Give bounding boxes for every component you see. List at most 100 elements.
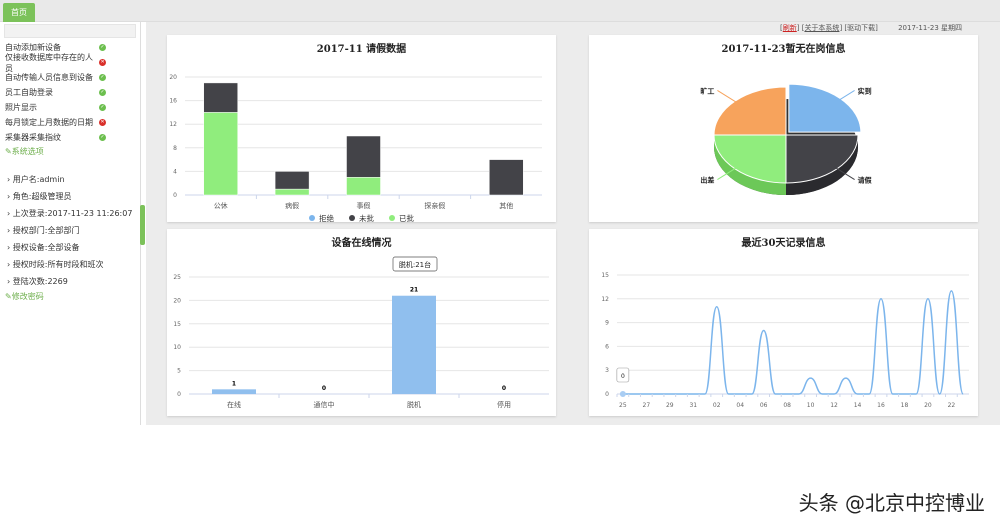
sidebar-header <box>4 24 136 38</box>
system-options-label: 系统选项 <box>11 147 44 156</box>
y-tick-label: 20 <box>173 297 181 304</box>
bar-未批 <box>203 82 238 113</box>
legend-label: 未批 <box>359 213 374 223</box>
y-tick-label: 10 <box>173 344 181 351</box>
x-tick-label: 02 <box>713 402 721 409</box>
pie-label: 实到 <box>858 86 872 95</box>
x-tick-label: 通信中 <box>314 400 335 409</box>
pie-label: 出差 <box>700 176 714 185</box>
bar-已批 <box>346 177 381 196</box>
records-chart: 0 3 6 9 12 15 25 27 29 31 02 04 06 08 10 12 14 16 18 20 22 0 <box>601 272 969 409</box>
y-tick-label: 4 <box>173 168 177 175</box>
chevron-right-icon: › <box>7 260 11 269</box>
option-item[interactable]: 照片显示 ✓ <box>0 100 140 115</box>
data-label: 0 <box>502 385 506 392</box>
option-item[interactable]: 自动传输人员信息到设备 ✓ <box>0 70 140 85</box>
user-info-item: › 上次登录:2017-11-23 11:26:07 <box>0 205 140 222</box>
chevron-right-icon: › <box>7 175 11 184</box>
x-tick-label: 31 <box>689 402 697 409</box>
tooltip-text: 脱机:21台 <box>399 260 431 269</box>
pie-slice <box>788 83 862 133</box>
driver-download-link[interactable]: 驱动下载 <box>847 24 875 32</box>
info-text: 用户名:admin <box>12 175 65 184</box>
device-chart-panel: 设备在线情况 0 5 10 15 20 25 1 在线 0 通信中 21 脱机 0 停用 脱机:21台 <box>167 229 556 416</box>
change-password-label: 修改密码 <box>11 292 44 301</box>
check-icon: ✓ <box>99 104 106 111</box>
option-label: 仅接收数据库中存在的人员 <box>5 52 93 73</box>
user-info-item: › 登陆次数:2269 <box>0 273 140 290</box>
check-icon: ✓ <box>99 44 106 51</box>
refresh-link[interactable]: 刷新 <box>783 24 797 32</box>
about-link[interactable]: 关于本系统 <box>804 24 839 32</box>
x-tick-label: 停用 <box>497 400 511 409</box>
bar-已批 <box>203 112 238 196</box>
x-tick-label: 08 <box>783 402 791 409</box>
option-item[interactable]: 员工自助登录 ✓ <box>0 85 140 100</box>
x-tick-label: 22 <box>948 402 956 409</box>
info-text: 登陆次数:2269 <box>12 277 68 286</box>
device-chart: 0 5 10 15 20 25 1 在线 0 通信中 21 脱机 0 停用 脱机:21台 <box>173 256 549 409</box>
x-tick-label: 10 <box>807 402 815 409</box>
pie-label: 旷工 <box>700 86 714 95</box>
watermark: 头条 @北京中控博业 <box>798 491 985 515</box>
change-password-link[interactable]: ✎修改密码 <box>0 290 140 304</box>
legend-label: 拒绝 <box>319 213 334 223</box>
cross-icon: ✕ <box>99 59 106 66</box>
option-label: 采集器采集指纹 <box>5 133 61 142</box>
option-item[interactable]: 每月锁定上月数据的日期 ✕ <box>0 115 140 130</box>
pie-slice <box>713 86 787 136</box>
leave-chart: 0 4 8 12 16 20 公休 病假 事假 探亲假 其他拒绝 未批 已批 <box>169 74 542 223</box>
attendance-pie: 实到请假 出差 旷工 <box>700 83 873 195</box>
user-info-item: › 用户名:admin <box>0 171 140 188</box>
user-info-item: › 授权部门:全部部门 <box>0 222 140 239</box>
system-options-link[interactable]: ✎系统选项 <box>0 145 140 159</box>
legend-label: 已批 <box>399 213 414 223</box>
data-label: 1 <box>232 380 236 387</box>
info-text: 授权时段:所有时段和班次 <box>12 260 104 269</box>
x-tick-label: 病假 <box>285 201 299 210</box>
y-tick-label: 20 <box>169 74 177 81</box>
x-tick-label: 14 <box>854 402 862 409</box>
chart-title: 设备在线情况 <box>331 238 392 249</box>
user-info-item: › 角色:超级管理员 <box>0 188 140 205</box>
x-tick-label: 04 <box>736 402 744 409</box>
info-text: 授权设备:全部设备 <box>12 243 80 252</box>
y-tick-label: 9 <box>605 320 609 327</box>
x-tick-label: 脱机 <box>407 400 421 409</box>
x-tick-label: 25 <box>619 402 627 409</box>
data-label: 21 <box>410 287 418 294</box>
leave-chart-panel: 2017-11 请假数据 0 4 8 12 16 20 公休 病假 事假 探亲假 其他 拒绝 未批 已批 <box>167 35 556 223</box>
y-tick-label: 15 <box>173 321 181 328</box>
x-tick-label: 16 <box>877 402 885 409</box>
tab-home[interactable]: 首页 <box>3 3 35 22</box>
y-tick-label: 12 <box>601 296 609 303</box>
info-text: 角色:超级管理员 <box>12 192 72 201</box>
chart-title: 2017-11-23暂无在岗信息 <box>721 44 846 55</box>
y-tick-label: 6 <box>605 343 609 350</box>
x-tick-label: 探亲假 <box>424 201 445 210</box>
cross-icon: ✕ <box>99 119 106 126</box>
chevron-right-icon: › <box>7 192 11 201</box>
data-label: 0 <box>322 385 326 392</box>
pie-slice <box>713 134 787 184</box>
y-tick-label: 0 <box>177 391 181 398</box>
y-tick-label: 8 <box>173 145 177 152</box>
hover-point <box>619 391 626 397</box>
dashboard: [刷新] [关于本系统] [驱动下载] 2017-11-23 星期四 2017-… <box>146 22 1000 425</box>
option-item[interactable]: 仅接收数据库中存在的人员 ✕ <box>0 53 140 73</box>
x-tick-label: 在线 <box>227 400 241 409</box>
option-item[interactable]: 采集器采集指纹 ✓ <box>0 130 140 145</box>
records-chart-panel: 最近30天记录信息 0 3 6 9 12 15 25 27 29 31 02 04 06 08 10 12 14… <box>589 229 978 416</box>
sidebar-collapse-handle[interactable] <box>140 205 145 245</box>
pie-label: 请假 <box>858 176 873 185</box>
check-icon: ✓ <box>99 89 106 96</box>
top-links: [刷新] [关于本系统] [驱动下载] 2017-11-23 星期四 <box>780 24 962 32</box>
check-icon: ✓ <box>99 74 106 81</box>
chevron-right-icon: › <box>7 243 11 252</box>
pie-slice <box>785 134 859 184</box>
bar-已批 <box>274 188 310 196</box>
legend-marker <box>389 215 395 221</box>
option-label: 照片显示 <box>5 103 37 112</box>
x-tick-label: 12 <box>830 402 838 409</box>
x-tick-label: 06 <box>760 402 768 409</box>
